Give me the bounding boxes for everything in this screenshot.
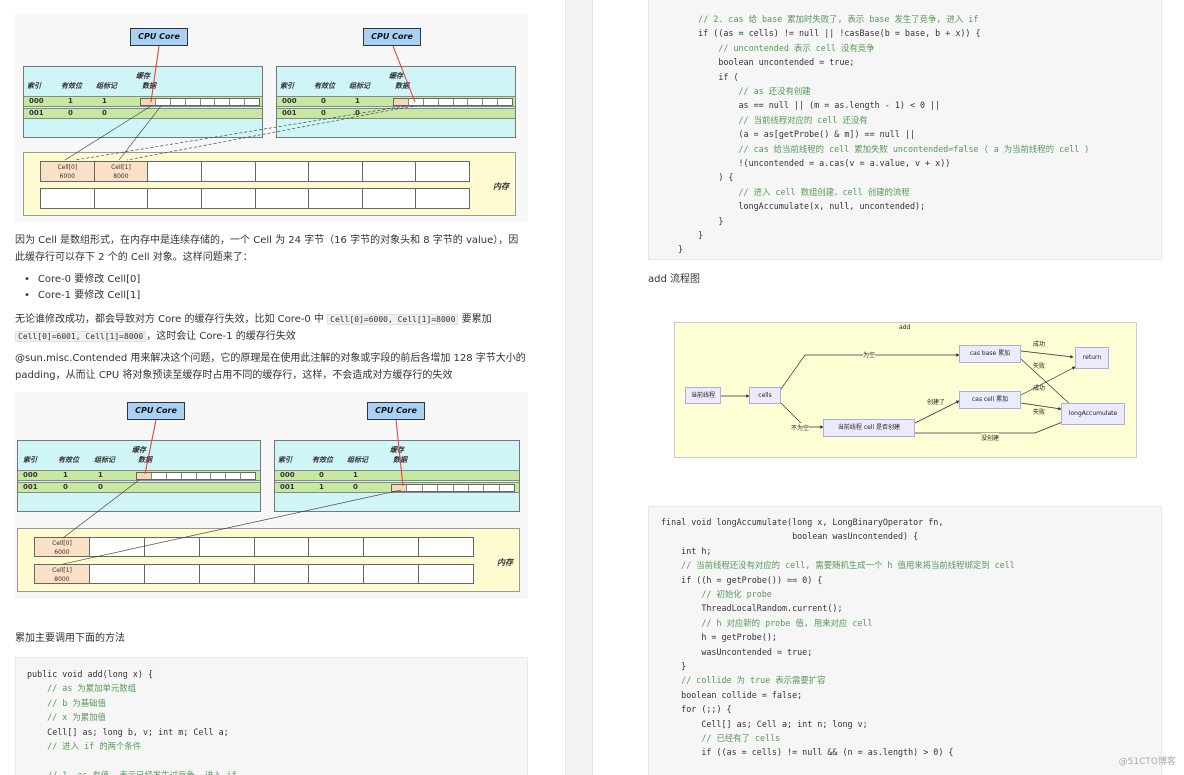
code-line: boolean uncontended = true; bbox=[678, 57, 855, 68]
watermark: @51CTO博客 bbox=[1118, 757, 1176, 767]
code-line: // x 为累加值 bbox=[27, 712, 106, 723]
code-line: ThreadLocalRandom.current(); bbox=[661, 603, 843, 614]
paragraph-add-method: 累加主要调用下面的方法 bbox=[15, 633, 125, 644]
code-line: for (;;) { bbox=[661, 704, 732, 715]
code-line: if ( bbox=[678, 71, 739, 82]
code-line: // b 为基础值 bbox=[27, 697, 106, 708]
text-segment: 无论谁修改成功，都会导致对方 Core 的缓存行失效，比如 Core-0 中 bbox=[15, 314, 324, 325]
paragraph-cell-size: 因为 Cell 是数组形式，在内存中是连续存储的，一个 Cell 为 24 字节… bbox=[15, 235, 519, 263]
flow-node-current-thread: 当前线程 bbox=[685, 387, 721, 404]
code-line: // uncontended 表示 cell 没有竞争 bbox=[678, 42, 875, 53]
code-line: if ((as = cells) != null && (n = as.leng… bbox=[661, 747, 954, 758]
code-line: } bbox=[678, 230, 704, 240]
code-line: boolean wasUncontended) { bbox=[661, 531, 919, 542]
diagram-arrows bbox=[64, 45, 416, 161]
code-line: Cell[] as; long b, v; int m; Cell a; bbox=[27, 726, 229, 737]
flow-heading: add 流程图 bbox=[648, 274, 701, 285]
flow-label-empty: 为空 bbox=[863, 350, 876, 359]
flow-label-created: 创建了 bbox=[927, 399, 946, 406]
code-line: ) { bbox=[678, 172, 734, 183]
add-flowchart: add 当前线程 cells cas base 累加 cas cell 累加 当… bbox=[674, 322, 1137, 458]
flow-label-fail-2: 失败 bbox=[1033, 409, 1046, 416]
cache-diagram-1: CPU Core CPU Core 缓存 索引 有效位 组标记 数据 000 1… bbox=[15, 14, 528, 222]
cache-diagram-2: CPU Core CPU Core 缓存 索引 有效位 组标记 数据 000 1… bbox=[15, 392, 528, 599]
code-block-add: public void add(long x) { // as 为累加单元数组 … bbox=[15, 657, 528, 775]
code-line: (a = as[getProbe() & m]) == null || bbox=[678, 129, 915, 140]
flow-node-return: return bbox=[1075, 347, 1109, 369]
diagram-arrows bbox=[62, 419, 404, 565]
flow-node-cas-base: cas base 累加 bbox=[959, 345, 1021, 363]
flow-node-cell-created: 当前线程 cell 是否创建 bbox=[823, 419, 915, 437]
code-line: as == null || (m = as.length - 1) < 0 || bbox=[678, 100, 941, 111]
flow-node-cas-cell: cas cell 累加 bbox=[959, 391, 1021, 409]
code-line: int h; bbox=[661, 545, 712, 556]
code-line: // 进入 if 的两个条件 bbox=[27, 741, 142, 751]
flow-label-success-1: 成功 bbox=[1033, 341, 1046, 348]
left-page: CPU Core CPU Core 缓存 索引 有效位 组标记 数据 000 1… bbox=[0, 0, 565, 775]
page-gutter bbox=[565, 0, 593, 775]
code-line: // 初始化 probe bbox=[661, 589, 772, 599]
text-segment: ，这时会让 Core-1 的缓存行失效 bbox=[146, 331, 296, 342]
code-line: final void longAccumulate(long x, LongBi… bbox=[661, 517, 944, 527]
list-item: Core-0 要修改 Cell[0] bbox=[24, 272, 140, 288]
code-line: public void add(long x) { bbox=[27, 669, 154, 679]
code-line: } bbox=[661, 661, 687, 671]
code-block-add-cont: // 2. cas 给 base 累加时失败了, 表示 base 发生了竞争, … bbox=[648, 0, 1162, 260]
code-line: boolean collide = false; bbox=[661, 689, 803, 700]
code-line: // 进入 cell 数组创建、cell 创建的流程 bbox=[678, 186, 910, 197]
code-line: if ((h = getProbe()) == 0) { bbox=[661, 574, 823, 585]
inline-code: Cell[0]=6000, Cell[1]=8000 bbox=[327, 314, 459, 325]
code-line: } bbox=[678, 215, 724, 226]
inline-code: Cell[0]=6001, Cell[1]=8000 bbox=[15, 331, 147, 342]
code-line: // 当前线程还没有对应的 cell, 需要随机生成一个 h 值用来将当前线程绑… bbox=[661, 560, 1015, 571]
code-line: // as 为累加单元数组 bbox=[27, 683, 137, 694]
flow-node-cells: cells bbox=[749, 387, 781, 404]
code-line: // 2. cas 给 base 累加时失败了, 表示 base 发生了竞争, … bbox=[678, 14, 979, 24]
code-line: // as 还没有创建 bbox=[678, 86, 811, 96]
flow-label-fail-1: 失败 bbox=[1033, 363, 1046, 370]
code-line: Cell[] as; Cell a; int n; long v; bbox=[661, 718, 868, 729]
code-block-long-accumulate: final void longAccumulate(long x, LongBi… bbox=[648, 506, 1162, 775]
code-line: h = getProbe(); bbox=[661, 632, 777, 643]
code-line: // 当前线程对应的 cell 还没有 bbox=[678, 114, 868, 125]
paragraph-contended: @sun.misc.Contended 用来解决这个问题，它的原理是在使用此注解… bbox=[15, 353, 526, 381]
flow-label-not-empty: 不为空 bbox=[791, 423, 810, 432]
text-segment: 要累加 bbox=[461, 314, 492, 325]
code-line: wasUncontended = true; bbox=[661, 646, 813, 657]
code-line: // cas 给当前线程的 cell 累加失败 uncontended=fals… bbox=[678, 143, 1090, 154]
code-line: !(uncontended = a.cas(v = a.value, v + x… bbox=[678, 158, 951, 168]
flow-node-long-accumulate: longAccumulate bbox=[1061, 403, 1125, 425]
code-line: } bbox=[678, 244, 684, 255]
flow-label-success-2: 成功 bbox=[1033, 385, 1046, 392]
code-line: // collide 为 true 表示需要扩容 bbox=[661, 675, 826, 686]
code-line: longAccumulate(x, null, uncontended); bbox=[678, 201, 926, 212]
core-list: Core-0 要修改 Cell[0] Core-1 要修改 Cell[1] bbox=[24, 272, 140, 304]
paragraph-invalidate: 无论谁修改成功，都会导致对方 Core 的缓存行失效，比如 Core-0 中 C… bbox=[15, 311, 527, 345]
code-line: // h 对应新的 probe 值, 用来对应 cell bbox=[661, 617, 873, 628]
code-line: // 1. as 有值, 表示已经发生过竞争, 进入 if bbox=[27, 769, 237, 775]
flow-arrows bbox=[721, 350, 1076, 434]
list-item: Core-1 要修改 Cell[1] bbox=[24, 288, 140, 304]
code-line: // 已经有了 cells bbox=[661, 733, 781, 743]
code-line: if ((as = cells) != null || !casBase(b =… bbox=[678, 28, 981, 39]
flow-label-not-created: 没创建 bbox=[981, 433, 1000, 442]
